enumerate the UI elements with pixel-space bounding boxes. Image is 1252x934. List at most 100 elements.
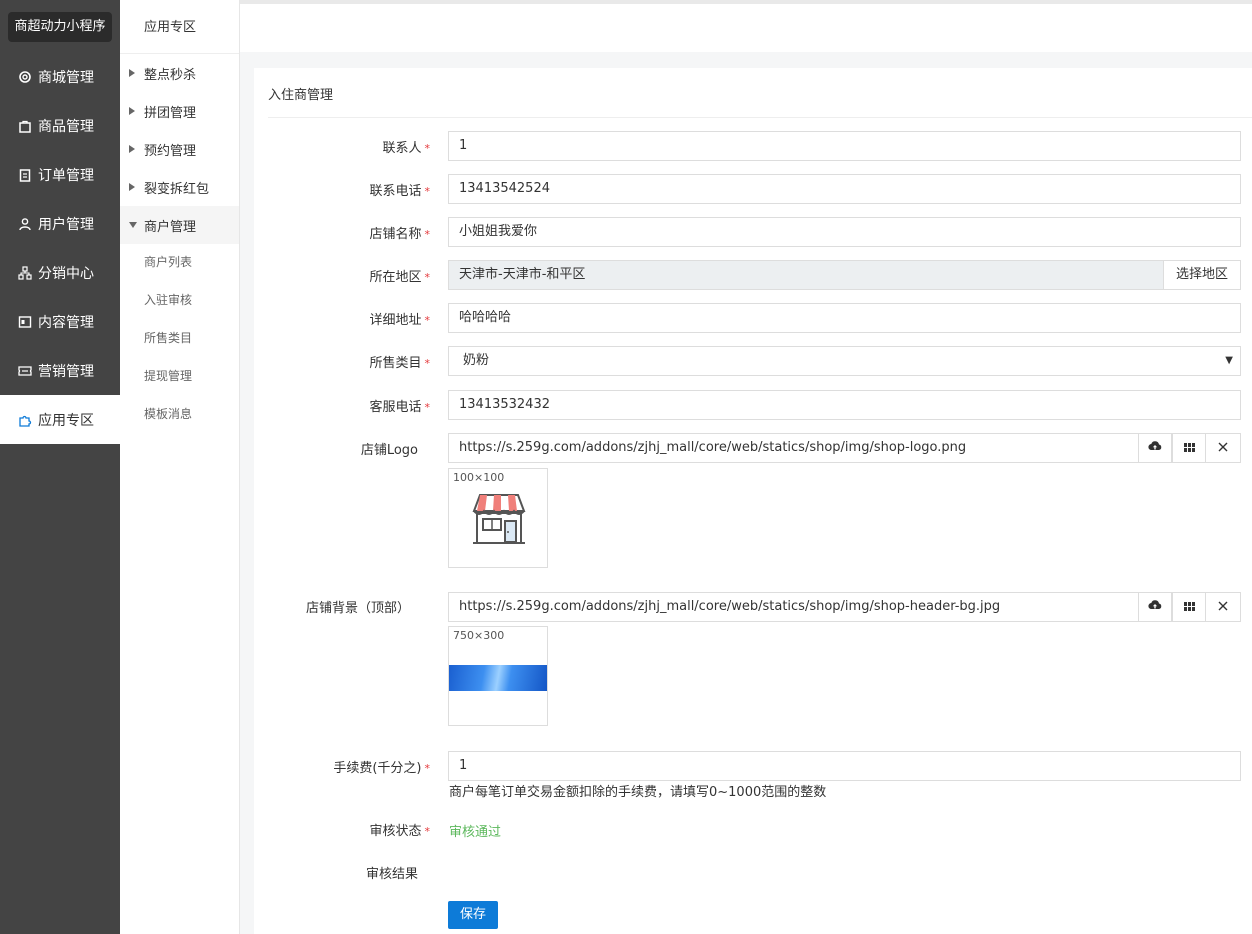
- service-phone-input[interactable]: 13413532432: [448, 390, 1241, 420]
- required-mark: *: [424, 185, 431, 198]
- gallery-button[interactable]: [1172, 433, 1206, 463]
- nav-item-label: 用户管理: [38, 216, 94, 233]
- panel-divider: [268, 117, 1252, 118]
- region-label: 所在地区 *: [369, 270, 431, 285]
- sub-sidebar: 应用专区 整点秒杀 拼团管理 预约管理 裂变拆红包 商户管理 商户列表 入驻审核…: [120, 0, 240, 934]
- main-sidebar: 商超动力小程序 商城管理 商品管理 订单管理 用户管理 分销中心 内容管理 营销…: [0, 0, 120, 934]
- fee-help-text: 商户每笔订单交易金额扣除的手续费，请填写0~1000范围的整数: [449, 785, 827, 800]
- bg-preview-size: 750×300: [453, 629, 505, 642]
- subnav-group-booking[interactable]: 预约管理: [120, 130, 239, 168]
- subnav-group-merchant[interactable]: 商户管理: [120, 206, 239, 244]
- nav-item-label: 内容管理: [38, 314, 94, 331]
- subnav-item-categories[interactable]: 所售类目: [120, 319, 239, 357]
- required-mark: *: [424, 271, 431, 284]
- phone-label: 联系电话 *: [369, 184, 431, 199]
- layout-icon: [18, 315, 32, 329]
- caret-right-icon: [129, 145, 137, 153]
- audit-status-label: 审核状态 *: [369, 824, 431, 839]
- nav-item-orders[interactable]: 订单管理: [0, 150, 120, 199]
- nav-item-distribution[interactable]: 分销中心: [0, 248, 120, 297]
- gallery-button[interactable]: [1172, 592, 1206, 622]
- select-region-button[interactable]: 选择地区: [1163, 260, 1241, 290]
- logo-url-input[interactable]: https://s.259g.com/addons/zjhj_mall/core…: [448, 433, 1139, 463]
- nav-item-label: 订单管理: [38, 167, 94, 184]
- logo-label: 店铺Logo: [360, 443, 418, 458]
- audit-result-label: 审核结果: [365, 867, 418, 882]
- shop-name-input[interactable]: 小姐姐我爱你: [448, 217, 1241, 247]
- clear-button[interactable]: [1205, 433, 1241, 463]
- bg-url-input[interactable]: https://s.259g.com/addons/zjhj_mall/core…: [448, 592, 1139, 622]
- brand-label: 商超动力小程序: [8, 12, 112, 42]
- fee-label: 手续费(千分之) *: [333, 761, 431, 776]
- network-icon: [18, 265, 32, 280]
- bag-icon: [18, 119, 32, 133]
- required-mark: *: [424, 825, 431, 838]
- panel-title: 入住商管理: [268, 88, 334, 103]
- bg-preview: 750×300: [448, 626, 548, 726]
- nav-item-apps[interactable]: 应用专区: [0, 395, 120, 444]
- subnav-group-group-buy[interactable]: 拼团管理: [120, 92, 239, 130]
- puzzle-icon: [18, 413, 32, 427]
- shop-name-label: 店铺名称 *: [369, 227, 431, 242]
- nav-item-label: 商城管理: [38, 69, 94, 86]
- subnav-group-label: 整点秒杀: [144, 67, 197, 83]
- subnav-item-audit[interactable]: 入驻审核: [120, 281, 239, 319]
- caret-right-icon: [129, 183, 137, 191]
- contact-label: 联系人 *: [382, 141, 431, 156]
- cloud-upload-icon: [1148, 440, 1162, 456]
- fee-input[interactable]: 1: [448, 751, 1241, 781]
- address-input[interactable]: 哈哈哈哈: [448, 303, 1241, 333]
- required-mark: *: [424, 142, 431, 155]
- nav-item-marketing[interactable]: 营销管理: [0, 346, 120, 395]
- subnav-group-label: 裂变拆红包: [144, 181, 210, 197]
- required-mark: *: [424, 357, 431, 370]
- grid-icon: [1183, 600, 1195, 615]
- subnav-group-flash-sale[interactable]: 整点秒杀: [120, 54, 239, 92]
- subnav-item-merchant-list[interactable]: 商户列表: [120, 243, 239, 281]
- subnav-title: 应用专区: [120, 0, 239, 54]
- phone-input[interactable]: 13413542524: [448, 174, 1241, 204]
- subnav-group-label: 预约管理: [144, 143, 197, 159]
- nav-item-users[interactable]: 用户管理: [0, 199, 120, 248]
- category-select[interactable]: 奶粉 ▼: [448, 346, 1241, 376]
- shop-icon: [470, 491, 528, 553]
- logo-preview-size: 100×100: [453, 471, 505, 484]
- header-bg-image: [449, 665, 547, 691]
- nav-item-mall[interactable]: 商城管理: [0, 52, 120, 101]
- category-label: 所售类目 *: [369, 356, 431, 371]
- dropdown-arrow-icon: ▼: [1225, 355, 1233, 366]
- nav-item-label: 商品管理: [38, 118, 94, 135]
- logo-preview: 100×100: [448, 468, 548, 568]
- required-mark: *: [424, 314, 431, 327]
- caret-down-icon: [129, 221, 137, 229]
- subnav-item-withdraw[interactable]: 提现管理: [120, 357, 239, 395]
- service-phone-label: 客服电话 *: [369, 400, 431, 415]
- audit-status-value: 审核通过: [449, 825, 502, 840]
- subnav-group-label: 商户管理: [144, 219, 197, 235]
- contact-input[interactable]: 1: [448, 131, 1241, 161]
- nav-item-content[interactable]: 内容管理: [0, 297, 120, 346]
- nav-item-label: 营销管理: [38, 363, 94, 380]
- user-icon: [18, 217, 32, 231]
- top-bar: [240, 0, 1252, 52]
- bg-label: 店铺背景（顶部）: [305, 601, 410, 616]
- subnav-item-template-msg[interactable]: 模板消息: [120, 395, 239, 433]
- grid-icon: [1183, 441, 1195, 456]
- caret-right-icon: [129, 69, 137, 77]
- category-selected-value: 奶粉: [463, 353, 490, 368]
- upload-button[interactable]: [1138, 592, 1172, 622]
- subnav-group-red-packet[interactable]: 裂变拆红包: [120, 168, 239, 206]
- subnav-group-label: 拼团管理: [144, 105, 197, 121]
- required-mark: *: [424, 228, 431, 241]
- clear-button[interactable]: [1205, 592, 1241, 622]
- required-mark: *: [424, 401, 431, 414]
- ticket-icon: [18, 364, 32, 378]
- upload-button[interactable]: [1138, 433, 1172, 463]
- save-button[interactable]: 保存: [448, 901, 498, 929]
- required-mark: *: [424, 762, 431, 775]
- clipboard-icon: [18, 168, 32, 182]
- nav-item-label: 应用专区: [38, 412, 94, 429]
- cloud-upload-icon: [1148, 599, 1162, 615]
- caret-right-icon: [129, 107, 137, 115]
- nav-item-goods[interactable]: 商品管理: [0, 101, 120, 150]
